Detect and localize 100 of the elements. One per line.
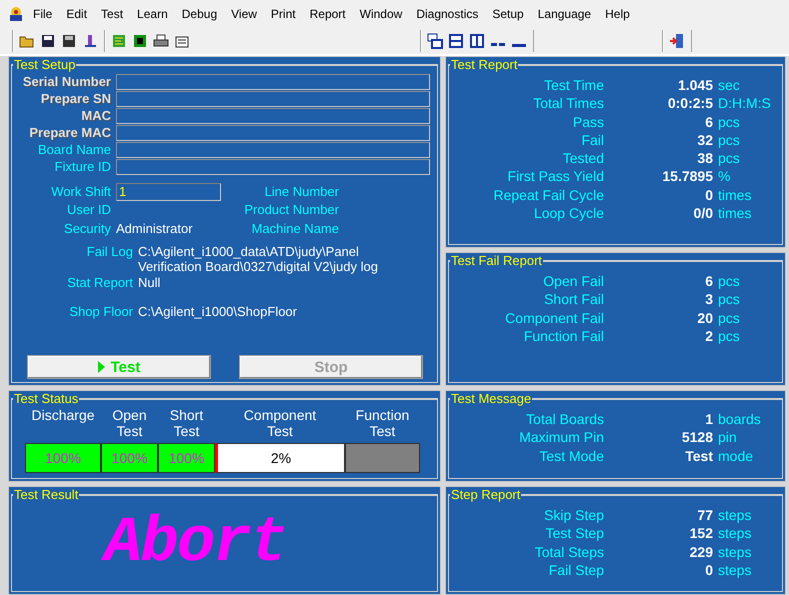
stage-label: Component Test <box>244 407 316 441</box>
menu-item[interactable]: Print <box>264 7 303 21</box>
tile-horizontal-icon[interactable] <box>448 33 464 49</box>
stat-unit: pcs <box>717 150 741 166</box>
stat-label: Loop Cycle <box>532 205 604 222</box>
stat-value: 15.7895 <box>661 168 713 185</box>
input-field[interactable]: 1 <box>116 183 221 202</box>
stat-value: 5128 <box>680 429 713 446</box>
stat-label: Total Boards <box>525 411 604 428</box>
stat-value: 32 <box>696 132 713 148</box>
input-field[interactable] <box>116 74 430 90</box>
stat-value: 1 <box>704 411 713 428</box>
input-field[interactable] <box>116 91 430 107</box>
path-value: C:\Agilent_i1000_data\ATD\judy\Panel Verification Board\0327\digital V2\judy log <box>138 244 379 275</box>
stat-unit: steps <box>717 544 752 560</box>
menu-item[interactable]: Learn <box>130 7 175 21</box>
stat-value: Test <box>684 448 713 464</box>
stat-label: First Pass Yield <box>506 168 604 185</box>
stat-unit: pcs <box>717 273 741 290</box>
stat-value: 3 <box>704 291 713 308</box>
printer-icon[interactable] <box>153 33 169 49</box>
stat-unit: pcs <box>717 291 741 308</box>
input-field[interactable] <box>116 108 430 124</box>
stat-label: Test Step <box>544 525 604 542</box>
stat-label: Short Fail <box>543 291 604 308</box>
menu-item[interactable]: Edit <box>59 7 94 21</box>
panel-title: Test Status <box>13 391 80 406</box>
menu-item[interactable]: Help <box>598 7 637 21</box>
menu-item[interactable]: Language <box>530 7 598 21</box>
path-value: C:\Agilent_i1000\ShopFloor <box>138 304 298 320</box>
exit-door-icon[interactable] <box>669 33 685 49</box>
field-label: Prepare MAC <box>28 125 111 142</box>
panel-title: Test Setup <box>13 57 76 72</box>
stat-label: Tested <box>562 150 604 166</box>
menu-item[interactable]: Diagnostics <box>409 7 486 21</box>
field-label: Fail Log <box>86 244 133 261</box>
path-value: Null <box>138 274 162 290</box>
stat-unit: mode <box>717 448 754 464</box>
stat-value: 6 <box>704 273 713 290</box>
chip-icon[interactable] <box>132 33 148 49</box>
field-label: Fixture ID <box>54 159 111 176</box>
panel-title: Test Fail Report <box>450 253 544 268</box>
stat-unit: % <box>717 168 732 185</box>
stat-unit: pcs <box>717 310 741 326</box>
menu-item[interactable]: Window <box>352 7 410 21</box>
stat-value: 0/0 <box>692 205 713 222</box>
input-field[interactable] <box>116 125 430 141</box>
stat-unit: sec <box>717 77 741 94</box>
tile-vertical-icon[interactable] <box>469 33 485 49</box>
input-field[interactable] <box>116 159 430 175</box>
cascade-windows-icon[interactable] <box>427 33 443 49</box>
stat-value: 1.045 <box>676 77 713 94</box>
save-as-icon[interactable] <box>61 33 77 49</box>
menu-item[interactable]: View <box>224 7 264 21</box>
stat-unit: steps <box>717 507 752 524</box>
save-icon[interactable] <box>40 33 56 49</box>
stat-label: Fail <box>580 132 604 148</box>
menu-item[interactable]: Debug <box>174 7 224 21</box>
menu-item[interactable]: Setup <box>485 7 531 21</box>
circuit-board-icon[interactable] <box>111 33 127 49</box>
input-field[interactable] <box>116 142 430 158</box>
field-label: MAC <box>80 108 111 125</box>
menu-item[interactable]: File <box>26 7 60 21</box>
stat-label: Test Time <box>543 77 604 94</box>
stat-unit: boards <box>717 411 762 428</box>
stat-label: Pass <box>572 114 604 130</box>
field-label: Board Name <box>37 142 111 159</box>
stat-unit: pcs <box>717 132 741 148</box>
stage-progress: 100% <box>101 443 158 473</box>
stat-value: 2 <box>704 328 713 344</box>
field-label: Security <box>63 220 111 238</box>
stat-value: 20 <box>696 310 713 326</box>
menu-item[interactable]: Report <box>302 7 353 21</box>
stage-label: Open Test <box>112 407 147 441</box>
stat-label: Fail Step <box>548 562 604 578</box>
panel-title: Step Report <box>450 487 522 502</box>
field-label: User ID <box>66 201 111 220</box>
stat-value: 0 <box>704 562 713 578</box>
stat-value: 229 <box>688 544 713 560</box>
field-label: Line Number <box>264 183 339 201</box>
panel-title: Test Result <box>13 487 80 502</box>
panel-title: Test Message <box>450 391 532 406</box>
field-value: Administrator <box>116 220 194 238</box>
stat-value: 0:0:2:5 <box>666 95 713 112</box>
stat-unit: pcs <box>717 328 741 344</box>
stat-label: Maximum Pin <box>518 429 604 446</box>
stat-label: Component Fail <box>504 310 604 326</box>
stat-label: Skip Step <box>543 507 604 524</box>
stat-unit: D:H:M:S <box>717 95 772 112</box>
field-label: Stat Report <box>66 274 133 290</box>
field-label: Prepare SN <box>40 91 111 108</box>
stat-label: Total Steps <box>534 544 604 560</box>
stat-value: 38 <box>696 150 713 166</box>
stage-label: Short Test <box>170 407 204 441</box>
field-label: Product Number <box>243 201 339 220</box>
stage-progress: 2% <box>215 443 345 473</box>
stat-label: Open Fail <box>542 273 604 290</box>
menu-item[interactable]: Test <box>94 7 130 21</box>
stat-value: 77 <box>696 507 713 524</box>
stat-value: 0 <box>704 186 713 204</box>
